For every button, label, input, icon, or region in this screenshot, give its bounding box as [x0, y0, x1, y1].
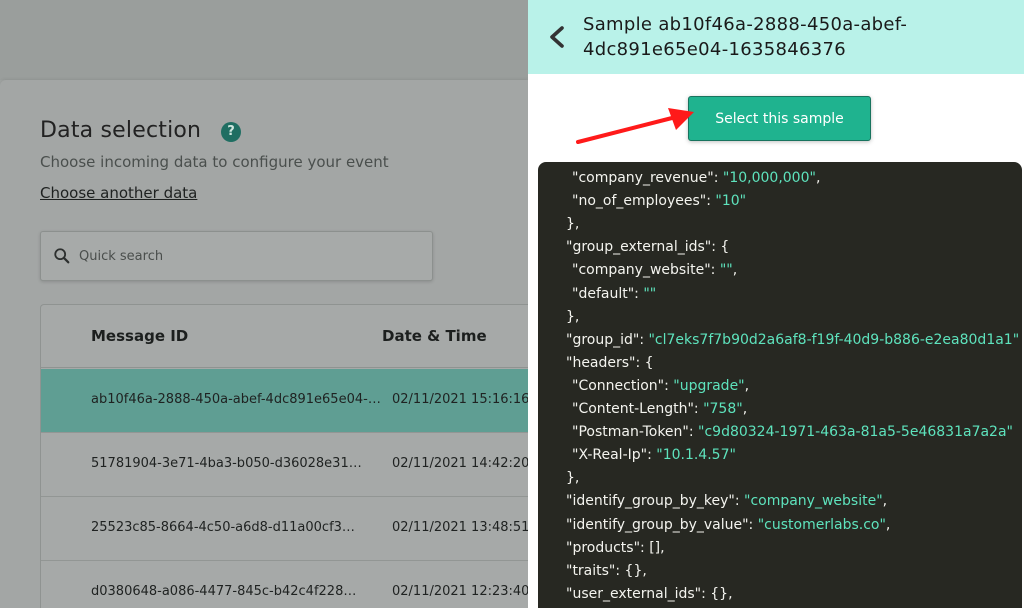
code-line: "Connection": "upgrade", [572, 377, 750, 394]
column-header-message-id[interactable]: Message ID [91, 327, 188, 345]
search-input[interactable] [79, 232, 419, 280]
chevron-left-icon[interactable] [546, 24, 568, 50]
search-icon [54, 248, 70, 264]
code-line: }, [566, 470, 580, 487]
code-line: "Postman-Token": "c9d80324-1971-463a-81a… [572, 424, 1013, 441]
code-line: "default": "" [572, 285, 657, 302]
choose-another-data-link[interactable]: Choose another data [40, 184, 197, 202]
top-bar [0, 0, 528, 80]
code-line: "company_website": "", [572, 262, 738, 279]
code-line: "headers": { [566, 354, 654, 371]
sample-drawer: Sample ab10f46a-2888-450a-abef-4dc891e65… [528, 0, 1024, 608]
date-time-cell: 02/11/2021 12:23:40 [392, 584, 528, 599]
message-id-cell: 25523c85-8664-4c50-a6d8-d11a00cf3… [91, 520, 355, 535]
code-line: "identify_group_by_value": "customerlabs… [566, 516, 891, 533]
table-header: Message ID Date & Time [41, 305, 528, 368]
table-row[interactable]: d0380648-a086-4477-845c-b42c4f228… 02/11… [41, 561, 528, 608]
select-sample-button[interactable]: Select this sample [688, 96, 871, 141]
code-line: "X-Real-Ip": "10.1.4.57" [572, 447, 736, 464]
annotation-arrow [576, 108, 694, 144]
table-row[interactable]: 25523c85-8664-4c50-a6d8-d11a00cf3… 02/11… [41, 497, 528, 561]
code-line: "company_revenue": "10,000,000", [572, 170, 821, 186]
message-id-cell: d0380648-a086-4477-845c-b42c4f228… [91, 584, 357, 599]
code-line: "Content-Length": "758", [572, 401, 748, 417]
code-line: "products": [], [566, 539, 665, 556]
page-subtitle: Choose incoming data to configure your e… [40, 153, 389, 171]
messages-table: Message ID Date & Time ab10f46a-2888-450… [40, 304, 528, 608]
code-line: "group_id": "cl7eks7f7b90d2a6af8-f19f-40… [566, 331, 1020, 348]
date-time-cell: 02/11/2021 15:16:16 [392, 392, 528, 407]
code-line: "traits": {}, [566, 562, 647, 579]
message-id-cell: 51781904-3e71-4ba3-b050-d36028e31… [91, 456, 362, 471]
table-row[interactable]: 51781904-3e71-4ba3-b050-d36028e31… 02/11… [41, 433, 528, 497]
page-title: Data selection [40, 118, 202, 143]
code-line: "no_of_employees": "10" [572, 193, 747, 210]
code-line: "group_external_ids": { [566, 239, 730, 256]
date-time-cell: 02/11/2021 13:48:51 [392, 520, 528, 535]
sample-title: Sample ab10f46a-2888-450a-abef-4dc891e65… [583, 14, 908, 60]
date-time-cell: 02/11/2021 14:42:20 [392, 456, 528, 471]
json-code-block: "company_revenue": "10,000,000", "no_of_e… [538, 162, 1022, 608]
drawer-header: Sample ab10f46a-2888-450a-abef-4dc891e65… [528, 0, 1024, 74]
question-circle-icon[interactable]: ? [221, 122, 241, 142]
message-id-cell: ab10f46a-2888-450a-abef-4dc891e65e04-163… [91, 392, 383, 407]
column-header-date-time[interactable]: Date & Time [382, 327, 487, 345]
code-line: }, [566, 216, 580, 233]
code-line: "user_external_ids": {}, [566, 585, 733, 602]
table-row[interactable]: ab10f46a-2888-450a-abef-4dc891e65e04-163… [41, 369, 528, 433]
code-line: "identify_group_by_key": "company_websit… [566, 493, 888, 510]
search-box[interactable] [40, 231, 433, 281]
code-line: }, [566, 308, 580, 325]
